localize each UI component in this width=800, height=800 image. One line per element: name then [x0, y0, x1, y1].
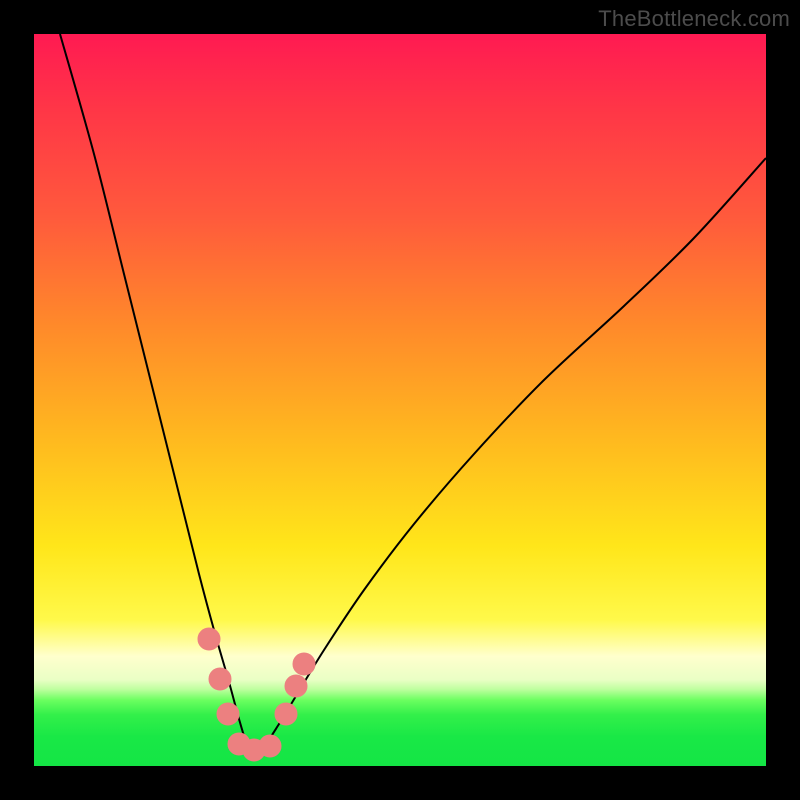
plot-area	[34, 34, 766, 766]
curve-marker	[198, 628, 220, 650]
curve-marker	[217, 703, 239, 725]
curve-marker	[285, 675, 307, 697]
watermark-text: TheBottleneck.com	[598, 6, 790, 32]
curve-marker	[259, 735, 281, 757]
curve-marker	[209, 668, 231, 690]
chart-frame: TheBottleneck.com	[0, 0, 800, 800]
curve-marker	[293, 653, 315, 675]
chart-overlay	[34, 34, 766, 766]
curve-marker	[275, 703, 297, 725]
marker-group	[198, 628, 315, 761]
bottleneck-curve	[60, 34, 766, 750]
